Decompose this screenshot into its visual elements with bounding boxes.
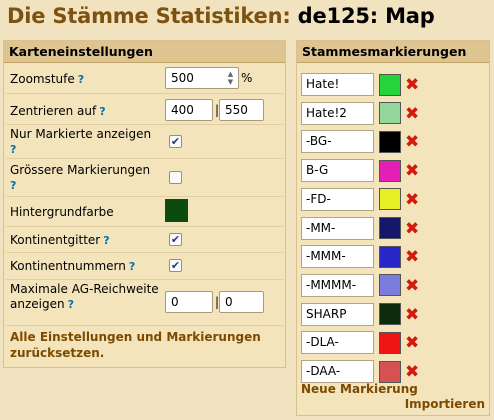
continent-grid-help-icon[interactable]: ? — [103, 234, 109, 247]
zoom-label-text: Zoomstufe — [10, 72, 75, 86]
divider — [6, 124, 283, 125]
divider — [6, 196, 283, 197]
divider — [6, 93, 283, 94]
marker-name-input[interactable]: -BG- — [301, 130, 374, 154]
check-icon: ✔ — [170, 135, 181, 148]
marker-color-swatch[interactable] — [379, 130, 401, 153]
marker-color-swatch[interactable] — [379, 245, 401, 268]
only-marked-label: Nur Markierte anzeigen? — [10, 127, 151, 157]
spinner-down-icon[interactable]: ▼ — [225, 78, 236, 86]
delete-marker-icon[interactable]: ✖ — [405, 334, 419, 352]
background-label: Hintergrundfarbe — [10, 205, 114, 219]
center-label-text: Zentrieren auf — [10, 104, 97, 118]
marker-color-swatch[interactable] — [379, 331, 401, 354]
zoom-help-icon[interactable]: ? — [78, 73, 84, 86]
delete-marker-icon[interactable]: ✖ — [405, 76, 419, 94]
marker-name-input[interactable]: SHARP — [301, 302, 374, 326]
delete-marker-icon[interactable]: ✖ — [405, 306, 419, 324]
continent-grid-label: Kontinentgitter? — [10, 233, 110, 248]
bigger-markers-help-icon[interactable]: ? — [10, 178, 150, 193]
bigger-markers-label-text: Grössere Markierungen — [10, 163, 151, 177]
center-help-icon[interactable]: ? — [99, 105, 105, 118]
marker-name-input[interactable]: -MMMM- — [301, 273, 374, 297]
only-marked-help-icon[interactable]: ? — [10, 142, 151, 157]
delete-marker-icon[interactable]: ✖ — [405, 105, 419, 123]
map-settings-header: Karteneinstellungen — [4, 41, 285, 63]
check-icon: ✔ — [170, 259, 181, 272]
zoom-value: 500 — [171, 71, 194, 85]
divider — [6, 226, 283, 227]
only-marked-label-text: Nur Markierte anzeigen — [10, 127, 152, 141]
bigger-markers-label: Grössere Markierungen? — [10, 163, 150, 193]
page-title-world: de125 — [297, 4, 370, 28]
new-marker-link[interactable]: Neue Markierung — [301, 382, 418, 396]
continent-numbers-label-text: Kontinentnummern — [10, 259, 126, 273]
center-y-input[interactable]: 550 — [219, 99, 264, 121]
map-settings-panel: Karteneinstellungen Zoomstufe? 500 ▲ ▼ %… — [3, 40, 286, 368]
tribe-markers-panel: Stammesmarkierungen Hate! ✖ Hate!2 ✖ -BG- ✖ B-… — [296, 40, 490, 416]
marker-name-input[interactable]: -DLA- — [301, 331, 374, 355]
delete-marker-icon[interactable]: ✖ — [405, 220, 419, 238]
delete-marker-icon[interactable]: ✖ — [405, 248, 419, 266]
spinner-up-icon[interactable]: ▲ — [225, 70, 236, 78]
zoom-unit: % — [241, 71, 253, 85]
marker-name-input[interactable]: B-G — [301, 159, 374, 183]
divider — [6, 158, 283, 159]
delete-marker-icon[interactable]: ✖ — [405, 133, 419, 151]
ag-range-y-input[interactable]: 0 — [219, 291, 264, 313]
delete-marker-icon[interactable]: ✖ — [405, 162, 419, 180]
marker-color-swatch[interactable] — [379, 303, 401, 326]
reset-all-link[interactable]: Alle Einstellungen und Markierungen zurü… — [10, 329, 280, 361]
marker-name-input[interactable]: -MM- — [301, 216, 374, 240]
marker-color-swatch[interactable] — [379, 102, 401, 125]
center-label: Zentrieren auf? — [10, 104, 106, 119]
delete-marker-icon[interactable]: ✖ — [405, 277, 419, 295]
background-color-swatch[interactable] — [165, 199, 188, 222]
page-title: Die Stämme Statistiken: de125: Map — [7, 4, 435, 28]
page-title-prefix: Die Stämme Statistiken: — [7, 4, 298, 28]
continent-grid-checkbox[interactable]: ✔ — [169, 233, 182, 246]
marker-name-input[interactable]: -MMM- — [301, 245, 374, 269]
import-link[interactable]: Importieren — [405, 397, 485, 411]
page-title-suffix: : Map — [369, 4, 435, 28]
delete-marker-icon[interactable]: ✖ — [405, 191, 419, 209]
marker-color-swatch[interactable] — [379, 274, 401, 297]
marker-name-input[interactable]: Hate! — [301, 73, 374, 96]
marker-name-input[interactable]: -DAA- — [301, 360, 374, 383]
divider — [6, 252, 283, 253]
divider — [6, 325, 283, 326]
continent-numbers-checkbox[interactable]: ✔ — [169, 259, 182, 272]
zoom-input[interactable]: 500 ▲ ▼ — [165, 67, 239, 89]
divider — [6, 279, 283, 280]
continent-numbers-help-icon[interactable]: ? — [129, 260, 135, 273]
marker-color-swatch[interactable] — [379, 360, 401, 383]
ag-range-label: Maximale AG-Reichweite anzeigen? — [10, 282, 160, 312]
marker-color-swatch[interactable] — [379, 217, 401, 239]
marker-name-input[interactable]: Hate!2 — [301, 101, 374, 125]
marker-color-swatch[interactable] — [379, 159, 401, 182]
ag-range-x-input[interactable]: 0 — [165, 291, 213, 313]
marker-color-swatch[interactable] — [379, 73, 401, 96]
zoom-spinner[interactable]: ▲ ▼ — [225, 70, 236, 86]
zoom-label: Zoomstufe? — [10, 72, 84, 87]
center-x-input[interactable]: 400 — [165, 99, 213, 121]
marker-name-input[interactable]: -FD- — [301, 187, 374, 211]
delete-marker-icon[interactable]: ✖ — [405, 363, 419, 381]
ag-range-help-icon[interactable]: ? — [68, 298, 74, 311]
continent-numbers-label: Kontinentnummern? — [10, 259, 135, 274]
only-marked-checkbox[interactable]: ✔ — [169, 135, 182, 148]
bigger-markers-checkbox[interactable] — [169, 171, 182, 184]
check-icon: ✔ — [170, 233, 181, 246]
ag-range-label-text: Maximale AG-Reichweite anzeigen — [10, 282, 159, 311]
continent-grid-label-text: Kontinentgitter — [10, 233, 101, 247]
tribe-markers-header: Stammesmarkierungen — [297, 41, 489, 63]
marker-color-swatch[interactable] — [379, 188, 401, 211]
